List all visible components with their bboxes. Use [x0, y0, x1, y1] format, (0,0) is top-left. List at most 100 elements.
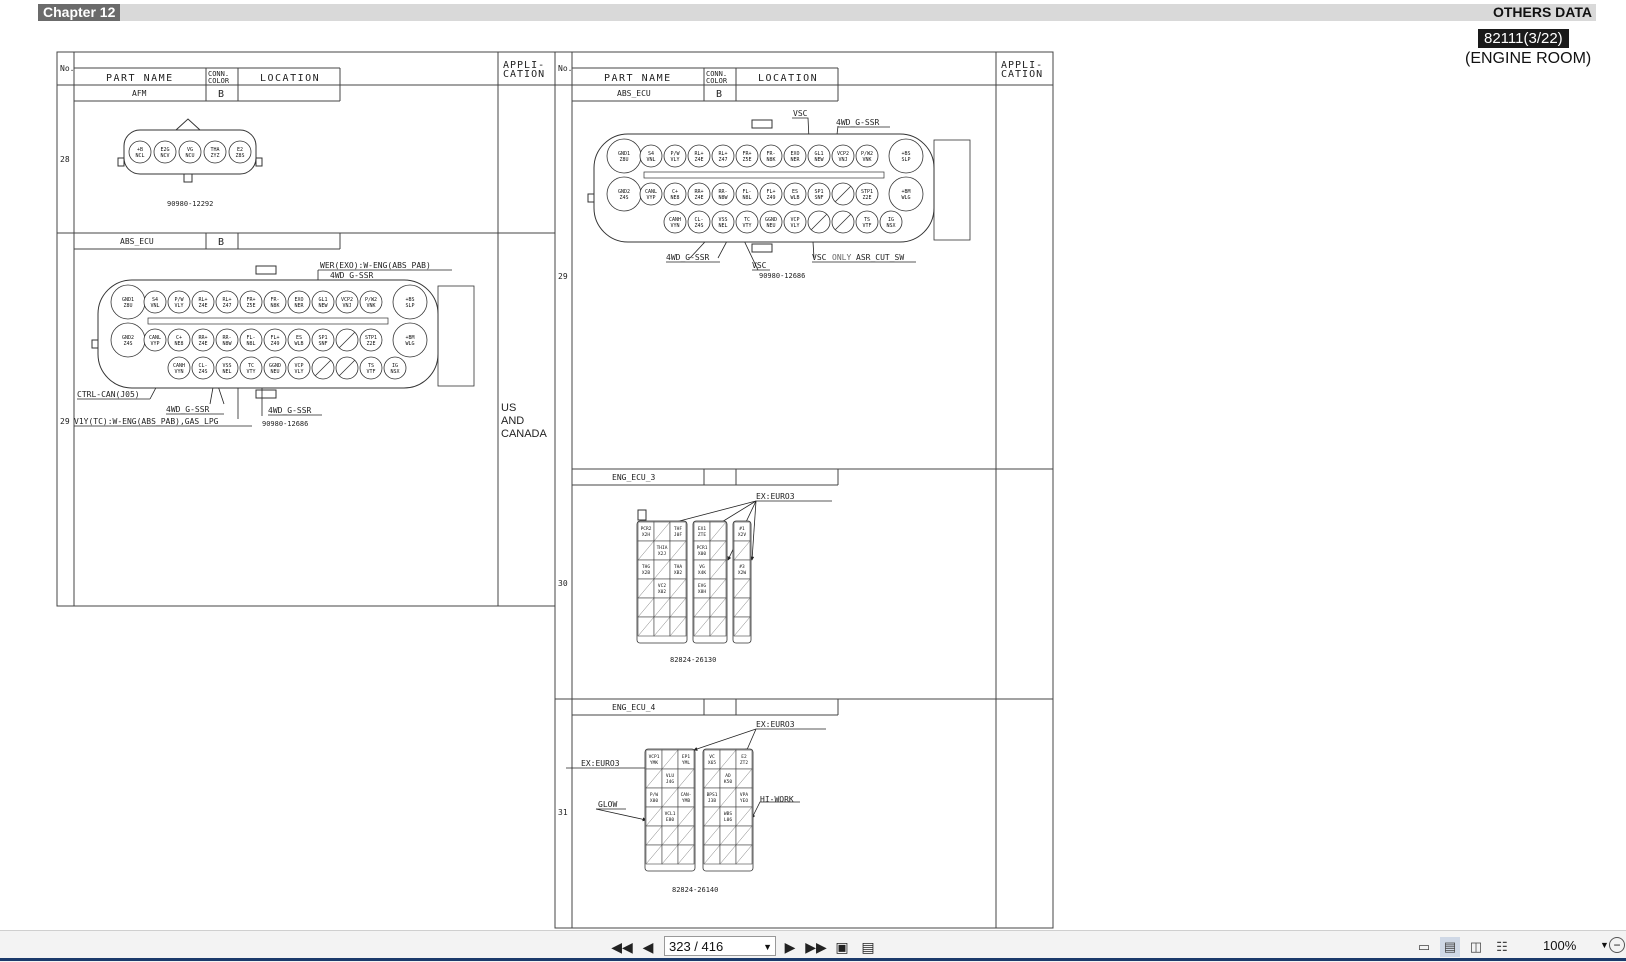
abs-pin-label: WLG: [901, 195, 910, 201]
abs-pin-label: VLY: [790, 223, 799, 229]
connector-latch: [437, 285, 475, 387]
abs-pin-label: VNJ: [838, 157, 847, 163]
connector-cavity-label: J0F: [674, 532, 682, 538]
eng-ecu-4-block-a: VCP1YMK EP1YML VLUJ4G P/WX80 CAN-YMB VCL1E80: [644, 748, 696, 872]
connector-key: [255, 389, 277, 399]
connector-cavity-label: VLU: [666, 773, 674, 779]
connector-cavity-label: E80: [666, 817, 674, 823]
callout-ex-euro3: EX:EURO3: [756, 720, 795, 729]
next-page-button[interactable]: ▶: [780, 937, 800, 957]
abs-pin-label: N8W: [718, 195, 728, 201]
connector-sheet: No. PART NAME CONN. COLOR LOCATION APPLI…: [56, 51, 1054, 929]
abs-pin-label: SNF: [318, 341, 327, 347]
eng-ecu-3-block-c: #1X2V #3X2W: [732, 520, 752, 644]
connector-cavity-label: VC2: [658, 583, 666, 589]
abs-pin-label: N8K: [270, 303, 279, 309]
zoom-chevron-down-icon[interactable]: ▼: [1600, 940, 1609, 950]
connector-cavity-label: THG: [642, 564, 650, 570]
callout-asr-cut-sw: ASR_CUT_SW: [856, 253, 904, 262]
abs-pin-label: VTY: [246, 369, 255, 375]
application-us: US: [501, 402, 516, 414]
abs-pin-label: Z4S: [123, 341, 132, 347]
connector-cavity-label: VG: [699, 564, 705, 570]
afm-pin-label: NCU: [185, 153, 194, 159]
connector-cavity-label: VC: [709, 754, 715, 760]
single-page-view-icon[interactable]: ▭: [1414, 937, 1434, 957]
col-part-header: PART NAME: [604, 73, 672, 84]
abs-pin-label: WLB: [790, 195, 799, 201]
connector-cavity-label: X2J: [658, 551, 666, 557]
part-name-eng-ecu-3: ENG_ECU_3: [612, 473, 656, 482]
abs-pin-label: Z4S: [198, 369, 207, 375]
abs-pin-label: Z47: [222, 303, 231, 309]
abs-pin-label: N8K: [766, 157, 775, 163]
connector-cavity-label: EVG: [698, 583, 706, 589]
connector-key: [751, 243, 773, 253]
row-no-30: 30: [558, 579, 568, 588]
abs-pin-label: NE8: [670, 195, 679, 201]
page-number-field[interactable]: 323 / 416 ▼: [664, 936, 776, 956]
zoom-level[interactable]: 100%: [1543, 938, 1576, 953]
abs-pin-label: NER: [294, 303, 304, 309]
abs-pin-label: VNL: [646, 157, 655, 163]
afm-pin-label: Z8S: [235, 153, 244, 159]
abs-pin-label: N8L: [246, 341, 255, 347]
abs-pin-label: VTF: [862, 223, 871, 229]
connector-key: [637, 509, 647, 521]
part-name-abs-ecu: ABS_ECU: [120, 237, 154, 246]
connector-cavity-label: EP1: [682, 754, 690, 760]
callout-v1y-tc: V1Y(TC):W-ENG(ABS_PAB),GAS_LPG: [74, 417, 219, 426]
page-number-value: 323 / 416: [669, 939, 724, 954]
row-no-29: 29: [60, 417, 70, 426]
zoom-out-icon[interactable]: −: [1609, 937, 1625, 953]
connector-key: [751, 119, 773, 129]
abs-pin-label: VYP: [150, 341, 159, 347]
abs-pin-label: NEU: [766, 223, 775, 229]
previous-page-button[interactable]: ◀: [638, 937, 658, 957]
connector-cavity-label: ZTE: [698, 532, 706, 538]
abs-pin-label: NSX: [390, 369, 399, 375]
abs-pin-label: Z4S: [694, 223, 703, 229]
fit-width-icon[interactable]: ▤: [858, 937, 878, 957]
connector-cavity-label: PCR2: [641, 526, 652, 532]
two-page-continuous-view-icon[interactable]: ☷: [1492, 937, 1512, 957]
abs-pin-label: VTF: [366, 369, 375, 375]
abs-ecu-connector: GND1Z8US4VNLP/WVLYRL+Z4ERL+Z47FR+Z5EFR-N…: [587, 119, 971, 253]
col-color-header: COLOR: [208, 77, 230, 85]
connector-key: [255, 265, 277, 275]
callout-4wd-g-ssr: 4WD_G-SSR: [836, 118, 880, 127]
connector-cavity-label: E2: [741, 754, 747, 760]
abs-pin-label: NEW: [318, 303, 328, 309]
connector-tab: [117, 157, 125, 167]
abs-pin-label: N8W: [222, 341, 232, 347]
abs-pin-label: Z5E: [742, 157, 751, 163]
fit-page-icon[interactable]: ▣: [832, 937, 852, 957]
connector-cavity-label: X8H: [698, 589, 706, 595]
abs-pin-label: NEL: [718, 223, 727, 229]
col-no-header: No.: [60, 64, 74, 73]
connector-key: [183, 173, 193, 183]
callout-ex-euro3: EX:EURO3: [756, 492, 795, 501]
two-page-view-icon[interactable]: ◫: [1466, 937, 1486, 957]
abs-pin-label: Z4S: [619, 195, 628, 201]
connector-cavity-label: X02: [658, 589, 666, 595]
connector-cavity-label: THIA: [657, 545, 668, 551]
connector-cavity-label: X65: [708, 760, 716, 766]
conn-color-abs-ecu: B: [218, 237, 224, 248]
connector-cavity-label: ZT2: [740, 760, 748, 766]
abs-pin-label: Z4E: [198, 341, 207, 347]
first-page-button[interactable]: ◀◀: [611, 937, 633, 957]
callout-wer-exo: WER(EXO):W-ENG(ABS_PAB): [320, 261, 431, 270]
connector-cavity-label: K50: [724, 779, 732, 785]
abs-pin-label: Z8U: [123, 303, 132, 309]
connector-cavity-label: AD: [725, 773, 731, 779]
connector-tab: [587, 193, 595, 203]
abs-pin-label: NEL: [222, 369, 231, 375]
conn-color-afm: B: [218, 89, 224, 100]
callout-ctrl-can: CTRL-CAN(J05): [77, 390, 140, 399]
connector-cavity-label: WBS: [724, 811, 732, 817]
callout-ex-euro3: EX:EURO3: [581, 759, 620, 768]
connector-cavity-label: #1: [739, 526, 745, 532]
last-page-button[interactable]: ▶▶: [805, 937, 827, 957]
continuous-view-icon[interactable]: ▤: [1440, 937, 1460, 957]
